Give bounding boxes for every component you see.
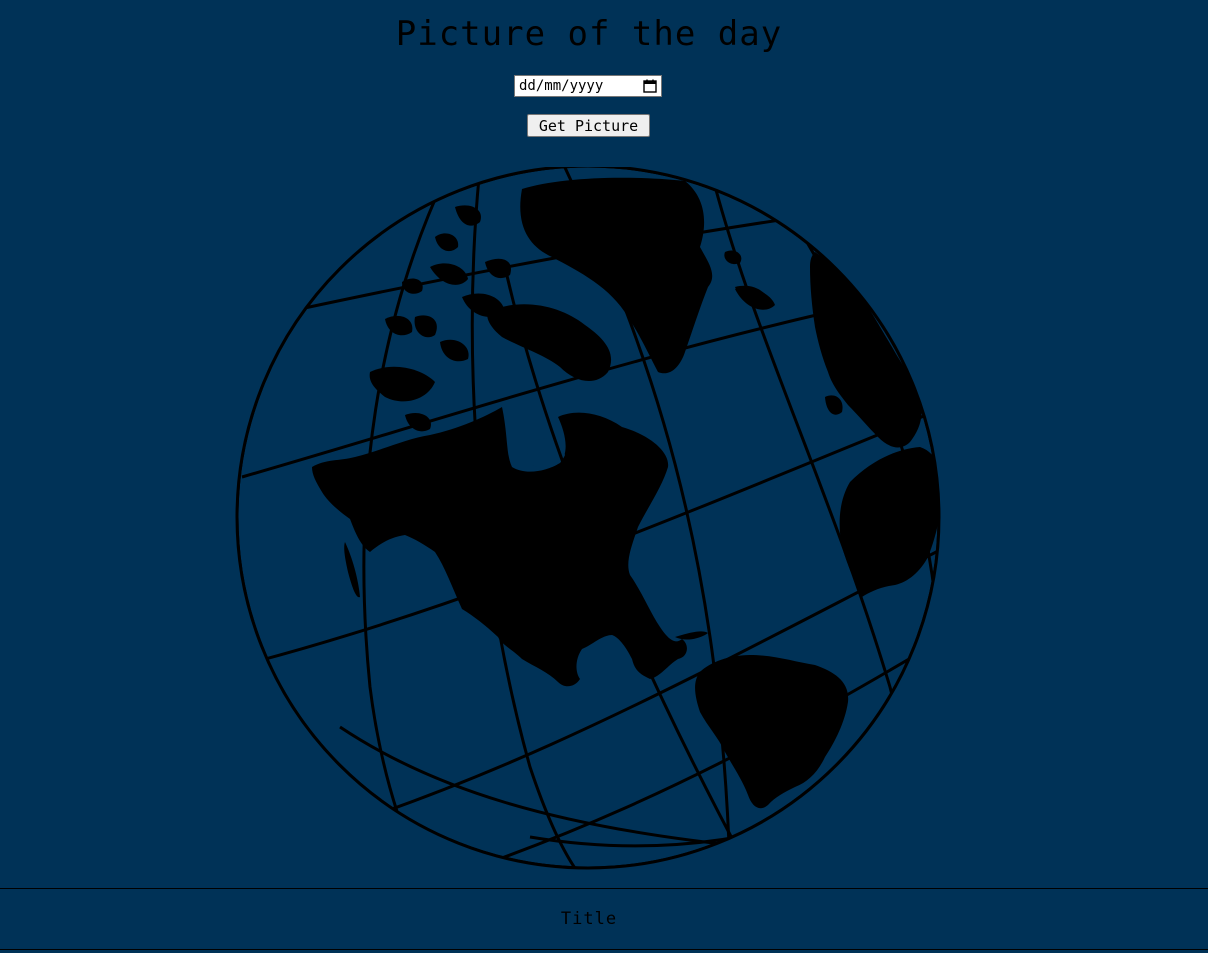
footer-title: Title — [560, 909, 618, 929]
date-input[interactable]: dd/mm/yyyy — [514, 75, 662, 97]
calendar-icon[interactable] — [643, 79, 657, 93]
get-picture-button[interactable]: Get Picture — [527, 114, 650, 137]
globe-image — [235, 167, 941, 870]
date-placeholder: dd/mm/yyyy — [519, 78, 604, 94]
footer: Title — [0, 888, 1208, 950]
page-title: Picture of the day — [395, 14, 783, 54]
